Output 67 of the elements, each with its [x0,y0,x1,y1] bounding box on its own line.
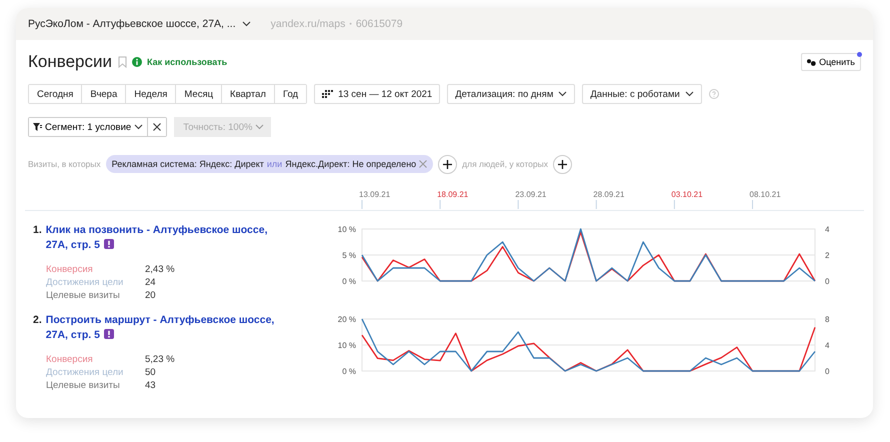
stat-label: Конверсия [46,354,94,365]
y-axis-label: 8 [825,315,830,324]
date-tick: 18.09.21 [437,190,468,210]
goal-number: 2. [33,313,42,328]
counter-selector[interactable]: РусЭкоЛом - Алтуфьевское шоссе, 27А, ... [28,18,251,30]
warning-icon [104,329,114,339]
segment-dropdown[interactable]: Сегмент: 1 условие [29,118,148,136]
date-tick: 23.09.21 [515,190,546,210]
calendar-icon [322,90,334,98]
date-tick: 03.10.21 [671,190,703,210]
caret-icon [558,91,568,97]
stat-value: 5,23 % [145,354,176,365]
stat-label: Целевые визиты [46,290,121,301]
date-tick: 08.10.21 [750,190,781,210]
close-icon [153,123,162,131]
stat-value: 50 [145,367,157,378]
period-tab[interactable]: Сегодня [29,85,82,103]
y-axis-label: 0 % [342,367,356,376]
dropdown-button[interactable]: Детализация: по дням [447,84,576,104]
caret-icon [684,91,694,97]
page-title: Конверсии [28,52,112,72]
caret-icon [255,124,264,130]
stat-label: Конверсия [46,264,94,275]
dropdown-button[interactable]: Данные: с роботами [582,84,702,104]
warning-icon [104,239,114,249]
rate-button[interactable]: Оценить [801,53,861,71]
plus-icon [558,160,567,168]
filter-prefix: Визиты, в которых [28,159,101,169]
filter-icon [33,123,42,131]
y-axis-label: 0 % [342,277,356,286]
plus-icon [443,160,452,168]
stat-value: 2,43 % [145,264,176,275]
y-axis-label: 4 [825,225,830,234]
stat-value: 24 [145,277,157,288]
counter-id: 60615079 [356,18,403,30]
chip-operator: или [266,159,282,169]
chat-icon [807,58,816,66]
help-link[interactable]: Как использовать [147,57,228,67]
date-tick: 28.09.21 [593,190,624,210]
stat-value: 20 [145,290,157,301]
chip-value: Рекламная система: Яндекс: Директ [112,159,264,169]
add-condition-button[interactable] [438,154,458,174]
people-label: для людей, у которых [462,159,548,169]
y-axis-label: 10 % [338,341,356,350]
caret-icon [134,124,144,130]
goal-number: 1. [33,223,42,238]
y-axis-label: 20 % [338,315,356,324]
goal-link[interactable]: Построить маршрут - Алтуфьевское шоссе, 27А, стр. 5 [46,313,276,343]
y-axis-label: 2 [825,251,830,260]
date-range-button[interactable]: 13 сен — 12 окт 2021 [314,84,440,104]
y-axis-label: 4 [825,341,830,350]
y-axis-label: 0 [825,367,830,376]
goal-link[interactable]: Клик на позвонить - Алтуфьевское шоссе, 27А, стр. 5 [46,223,276,253]
stat-label: Достижения цели [46,277,124,288]
chip-value: Яндекс.Директ: Не определено [285,159,416,169]
y-axis-label: 5 % [342,251,356,260]
site-url: yandex.ru/maps [270,18,346,30]
y-axis-label: 10 % [338,225,356,234]
stat-label: Достижения цели [46,367,124,378]
info-icon [132,57,142,67]
y-axis-label: 0 [825,277,830,286]
stat-value: 43 [145,380,157,391]
date-tick: 13.09.21 [359,190,390,210]
add-condition-button[interactable] [552,154,572,174]
caret-icon [242,21,251,27]
filter-chip[interactable]: Рекламная система: Яндекс: Директ или Яндекс.Директ: Не определено [106,155,434,173]
stat-label: Целевые визиты [46,380,121,391]
